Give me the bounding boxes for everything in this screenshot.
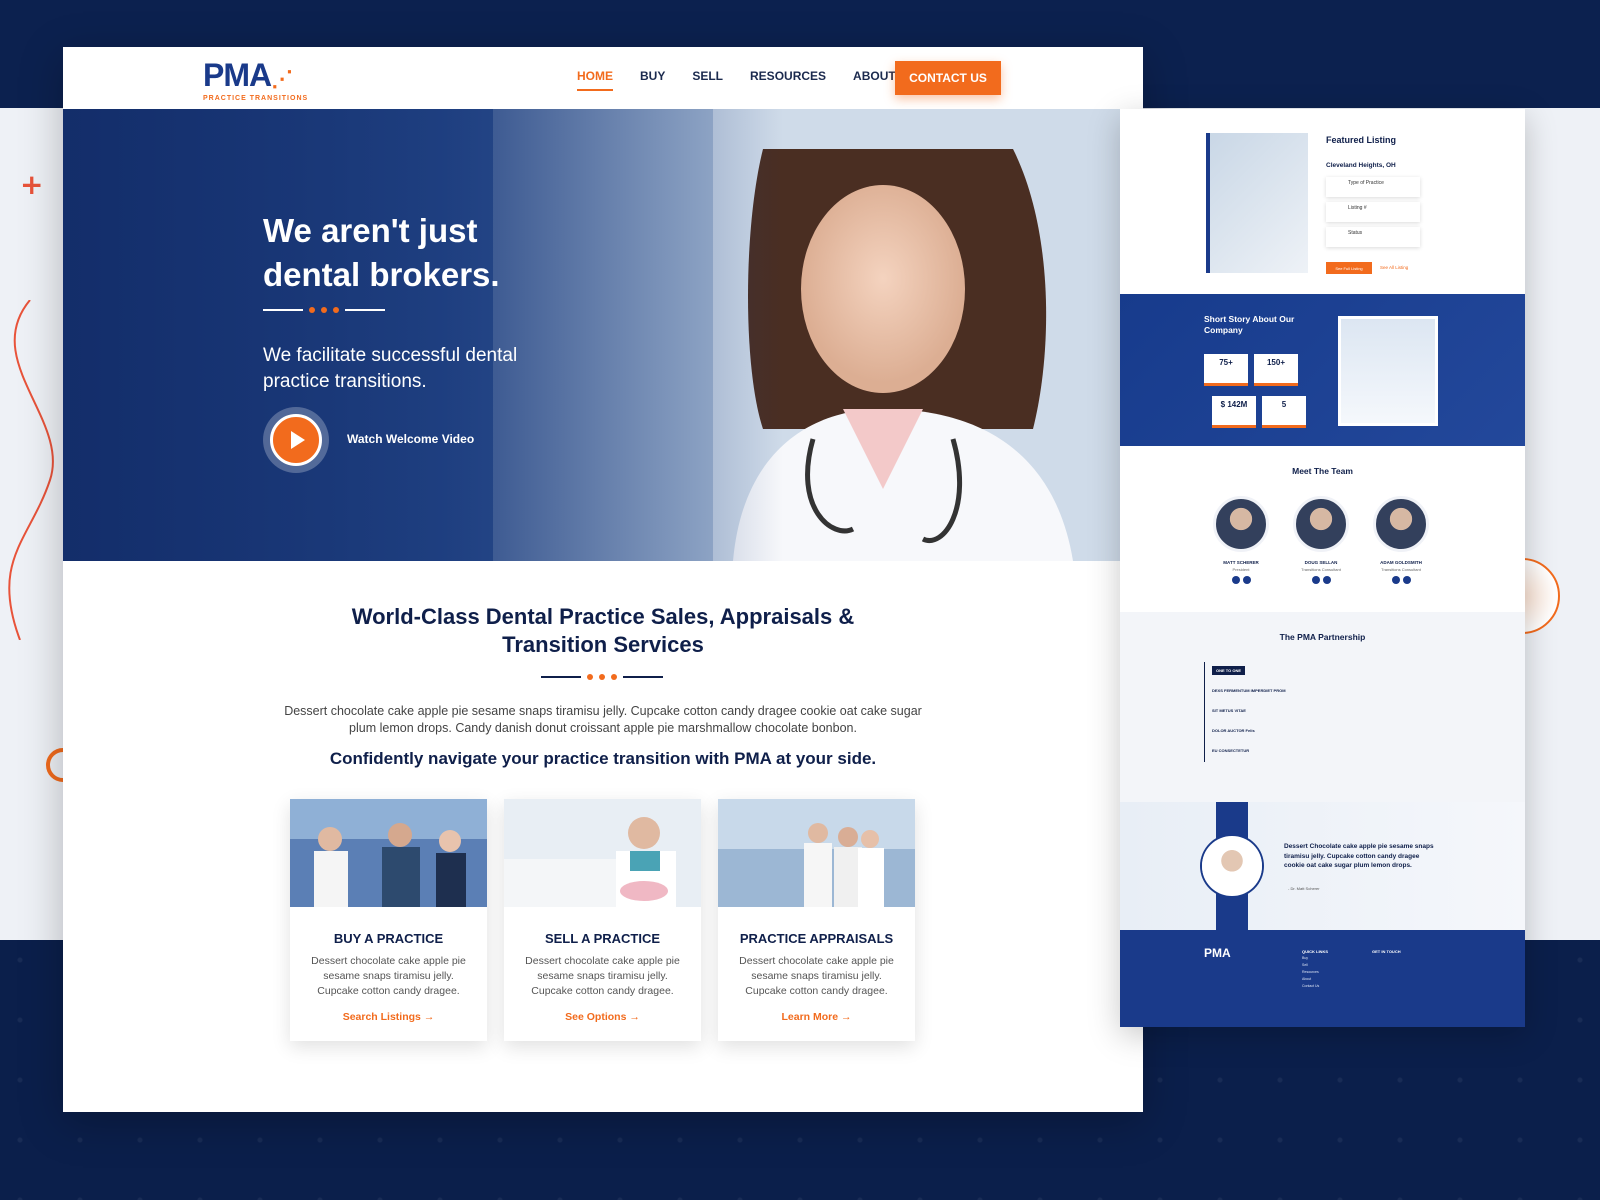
- search-listings-link[interactable]: Search Listings →: [290, 1011, 487, 1023]
- dental-chair-image: [1206, 133, 1308, 273]
- nav-item-buy[interactable]: BUY: [640, 69, 665, 91]
- see-options-link[interactable]: See Options →: [504, 1011, 701, 1023]
- card-practice-appraisals: PRACTICE APPRAISALS Dessert chocolate ca…: [718, 799, 915, 1041]
- featured-listing-title: Featured Listing: [1326, 135, 1397, 145]
- nav-item-resources[interactable]: RESOURCES: [750, 69, 826, 91]
- footer-logo[interactable]: PMA: [1204, 946, 1231, 960]
- team-member: DOUG SELLAN Transitions Consultant: [1286, 496, 1356, 584]
- services-divider: [541, 674, 663, 680]
- social-icons[interactable]: [1206, 576, 1276, 584]
- avatar: [1213, 496, 1269, 552]
- avatar: [1202, 836, 1262, 896]
- avatar: [1373, 496, 1429, 552]
- learn-more-link[interactable]: Learn More →: [718, 1011, 915, 1023]
- testimonial-author: - Dr. Matt Scherer: [1288, 886, 1320, 891]
- hero-section: We aren't just dental brokers. We facili…: [63, 109, 1143, 561]
- hero-title: We aren't just dental brokers.: [263, 212, 500, 293]
- arrow-right-icon: →: [841, 1011, 852, 1023]
- main-page-preview: PMA⋰ PRACTICE TRANSITIONS HOME BUY SELL …: [63, 47, 1143, 1112]
- card-text: Dessert chocolate cake apple pie sesame …: [739, 955, 894, 997]
- team-title: Meet The Team: [1292, 466, 1353, 476]
- see-full-listing-button[interactable]: See Full Listing: [1326, 262, 1372, 274]
- timeline-step[interactable]: DEXS FERMENTUM IMPERDIET PROM: [1212, 688, 1286, 693]
- social-icons[interactable]: [1366, 576, 1436, 584]
- plus-decoration-icon: +: [20, 168, 44, 201]
- contact-us-button[interactable]: CONTACT US: [895, 61, 1001, 95]
- doctors-group-image: [1338, 316, 1438, 426]
- footer-get-in-touch: GET IN TOUCH: [1372, 949, 1401, 954]
- testimonial-section: Dessert Chocolate cake apple pie sesame …: [1120, 802, 1525, 930]
- card-text: Dessert chocolate cake apple pie sesame …: [525, 955, 680, 997]
- card-buy-practice: BUY A PRACTICE Dessert chocolate cake ap…: [290, 799, 487, 1041]
- play-icon: [270, 414, 322, 466]
- testimonial-text: Dessert Chocolate cake apple pie sesame …: [1284, 843, 1434, 869]
- social-icons[interactable]: [1286, 576, 1356, 584]
- arrow-right-icon: →: [629, 1011, 640, 1023]
- card-title: BUY A PRACTICE: [333, 931, 444, 946]
- featured-listing-section: Featured Listing Cleveland Heights, OH T…: [1120, 109, 1525, 294]
- services-description: Dessert chocolate cake apple pie sesame …: [284, 704, 922, 735]
- services-title: World-Class Dental Practice Sales, Appra…: [351, 604, 855, 657]
- handshake-image: [290, 799, 487, 907]
- nav-item-sell[interactable]: SELL: [692, 69, 723, 91]
- card-text: Dessert chocolate cake apple pie sesame …: [311, 955, 466, 997]
- timeline-line: [1204, 662, 1205, 762]
- watch-video-link[interactable]: Watch Welcome Video: [347, 432, 474, 446]
- hero-subtitle: We facilitate successful dental practice…: [263, 345, 518, 392]
- story-title: Short Story About Our Company: [1204, 314, 1295, 335]
- featured-listing-city: Cleveland Heights, OH: [1326, 162, 1396, 169]
- timeline-step[interactable]: EU CONSECTETUR: [1212, 748, 1249, 753]
- service-cards: BUY A PRACTICE Dessert chocolate cake ap…: [290, 799, 915, 1041]
- nav-item-home[interactable]: HOME: [577, 69, 613, 91]
- hero-overlay: [63, 109, 783, 561]
- team-section: Meet The Team MATT SCHERER President DOU…: [1120, 446, 1525, 612]
- timeline-step[interactable]: DOLOR AUCTOR Felis: [1212, 728, 1255, 733]
- services-tagline: Confidently navigate your practice trans…: [329, 749, 877, 768]
- stat-box: $ 142M: [1212, 396, 1256, 428]
- partnership-title: The PMA Partnership: [1279, 632, 1366, 642]
- practice-type-box: Type of Practice: [1326, 177, 1420, 197]
- curve-decoration-icon: [8, 300, 54, 640]
- main-nav: HOME BUY SELL RESOURCES ABOUT: [577, 69, 896, 91]
- stat-box: 150+: [1254, 354, 1298, 386]
- card-title: PRACTICE APPRAISALS: [739, 931, 894, 946]
- listing-number-box: Listing #: [1326, 202, 1420, 222]
- status-box: Status: [1326, 227, 1420, 247]
- team-member: ADAM GOLDSMITH Transitions Consultant: [1366, 496, 1436, 584]
- timeline-step[interactable]: ONE TO ONE: [1212, 666, 1246, 675]
- logo-text: PMA: [203, 57, 272, 93]
- avatar: [1293, 496, 1349, 552]
- card-sell-practice: SELL A PRACTICE Dessert chocolate cake a…: [504, 799, 701, 1041]
- pma-logo[interactable]: PMA⋰ PRACTICE TRANSITIONS: [203, 59, 308, 102]
- dentist-image: [504, 799, 701, 907]
- card-title: SELL A PRACTICE: [544, 931, 661, 946]
- stat-box: 5: [1262, 396, 1306, 428]
- footer-quick-links: QUICK LINKS Buy Sell Resources About Con…: [1302, 949, 1328, 988]
- team-member: MATT SCHERER President: [1206, 496, 1276, 584]
- logo-subtitle: PRACTICE TRANSITIONS: [203, 95, 309, 102]
- site-header: PMA⋰ PRACTICE TRANSITIONS HOME BUY SELL …: [63, 47, 1143, 109]
- see-all-listing-link[interactable]: See All Listing: [1380, 265, 1408, 270]
- site-footer: PMA QUICK LINKS Buy Sell Resources About…: [1120, 930, 1525, 1027]
- arrow-right-icon: →: [423, 1011, 435, 1023]
- partnership-section: The PMA Partnership ONE TO ONE DEXS FERM…: [1120, 612, 1525, 802]
- company-story-section: Short Story About Our Company 75+ 150+ $…: [1120, 294, 1525, 446]
- hero-divider: [263, 307, 385, 313]
- play-video-button[interactable]: [263, 407, 329, 473]
- timeline-step[interactable]: SIT METUS VITAE: [1212, 708, 1246, 713]
- side-page-preview: Featured Listing Cleveland Heights, OH T…: [1120, 109, 1525, 1027]
- stat-box: 75+: [1204, 354, 1248, 386]
- nav-item-about[interactable]: ABOUT: [853, 69, 896, 91]
- logo-dots-icon: ⋰: [271, 66, 293, 91]
- team-doctors-image: [718, 799, 915, 907]
